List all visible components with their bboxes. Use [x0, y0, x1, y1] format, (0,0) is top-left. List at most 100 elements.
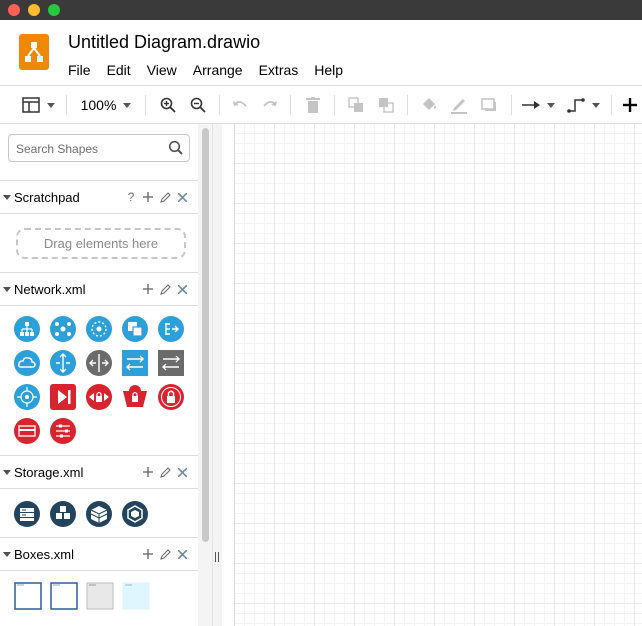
minimize-window-button[interactable]: [28, 4, 40, 16]
scratchpad-header[interactable]: Scratchpad ?: [0, 180, 198, 214]
zoom-out-button[interactable]: [187, 93, 209, 117]
zoom-level: 100%: [80, 97, 117, 113]
add-icon[interactable]: [142, 464, 154, 480]
menu-arrange[interactable]: Arrange: [185, 60, 251, 80]
boxes-section-title: Boxes.xml: [14, 547, 74, 562]
maximize-window-button[interactable]: [48, 4, 60, 16]
network-target-shape[interactable]: [13, 383, 41, 411]
network-exchange-gray-shape[interactable]: [157, 349, 185, 377]
network-section-tools: [142, 281, 188, 297]
network-cloud-shape[interactable]: [13, 349, 41, 377]
chevron-down-icon: [123, 102, 132, 108]
undo-icon: [233, 101, 247, 107]
network-hub-shape[interactable]: [85, 315, 113, 343]
sidebar-splitter[interactable]: [212, 124, 222, 626]
to-front-button[interactable]: [345, 93, 367, 117]
to-front-icon: [348, 97, 363, 112]
splitter-grip-icon[interactable]: [215, 552, 219, 562]
menu-edit[interactable]: Edit: [99, 60, 139, 80]
diagram-canvas[interactable]: [222, 124, 642, 626]
edit-icon[interactable]: [159, 464, 171, 480]
close-icon[interactable]: [176, 464, 188, 480]
toolbar-divider: [611, 95, 612, 115]
search-icon[interactable]: [168, 140, 184, 161]
delete-button[interactable]: [302, 93, 324, 117]
to-back-button[interactable]: [375, 93, 397, 117]
insert-button[interactable]: [620, 93, 640, 117]
network-padlock-shape[interactable]: [157, 383, 185, 411]
plus-icon: [623, 98, 637, 112]
box-light-blue-shape[interactable]: [122, 582, 150, 610]
network-card-shape[interactable]: [13, 417, 41, 445]
network-arrows-vertical-shape[interactable]: [49, 349, 77, 377]
connection-style-button[interactable]: [520, 93, 556, 117]
box-outline-shape[interactable]: [14, 582, 42, 610]
network-list-arrow-shape[interactable]: [157, 315, 185, 343]
edit-icon[interactable]: [159, 189, 171, 205]
scratchpad-dropzone[interactable]: Drag elements here: [16, 228, 186, 259]
chevron-down-icon: [546, 102, 555, 108]
network-camera-lock-shape[interactable]: [121, 383, 149, 411]
storage-section-title: Storage.xml: [14, 465, 84, 480]
storage-server-rack-shape[interactable]: [13, 500, 41, 528]
network-lock-shield-shape[interactable]: [85, 383, 113, 411]
zoom-select[interactable]: 100%: [78, 93, 134, 117]
network-sliders-shape[interactable]: [49, 417, 77, 445]
toolbar-divider: [290, 95, 291, 115]
shadow-button[interactable]: [478, 93, 500, 117]
drawio-logo-icon: [19, 34, 49, 70]
menu-view[interactable]: View: [139, 60, 185, 80]
chevron-down-icon: [3, 195, 11, 200]
network-exchange-shape[interactable]: [121, 349, 149, 377]
network-nodes-shape[interactable]: [49, 315, 77, 343]
scratchpad-tools: ?: [125, 189, 188, 205]
edit-icon[interactable]: [159, 281, 171, 297]
scratchpad-title: Scratchpad: [14, 190, 80, 205]
add-icon[interactable]: [142, 281, 154, 297]
view-panels-button[interactable]: [20, 93, 56, 117]
network-arrows-horizontal-shape[interactable]: [85, 349, 113, 377]
redo-button[interactable]: [259, 93, 281, 117]
zoom-in-button[interactable]: [157, 93, 179, 117]
storage-cube-outline-shape[interactable]: [121, 500, 149, 528]
network-section-title: Network.xml: [14, 282, 86, 297]
close-icon[interactable]: [176, 281, 188, 297]
close-window-button[interactable]: [8, 4, 20, 16]
boxes-section-header[interactable]: Boxes.xml: [0, 537, 198, 571]
close-icon[interactable]: [176, 189, 188, 205]
storage-cubes-shape[interactable]: [49, 500, 77, 528]
shadow-icon: [481, 98, 496, 111]
menu-file[interactable]: File: [60, 60, 99, 80]
canvas-grid[interactable]: [234, 124, 642, 626]
network-section-header[interactable]: Network.xml: [0, 272, 198, 306]
line-color-button[interactable]: [448, 93, 470, 117]
storage-box-shape[interactable]: [85, 500, 113, 528]
toolbar-divider: [145, 95, 146, 115]
close-icon[interactable]: [176, 546, 188, 562]
network-play-shape[interactable]: [49, 383, 77, 411]
waypoint-connector-icon: [566, 98, 585, 113]
add-icon[interactable]: [142, 189, 154, 205]
help-icon[interactable]: ?: [125, 189, 137, 205]
waypoints-button[interactable]: [565, 93, 601, 117]
to-back-icon: [379, 98, 394, 113]
menu-bar: File Edit View Arrange Extras Help: [60, 60, 351, 80]
network-copy-shape[interactable]: [121, 315, 149, 343]
search-shapes-input[interactable]: Search Shapes: [8, 134, 190, 162]
fill-color-button[interactable]: [418, 93, 440, 117]
box-outline-shape-2[interactable]: [50, 582, 78, 610]
undo-button[interactable]: [229, 93, 251, 117]
storage-section-header[interactable]: Storage.xml: [0, 455, 198, 489]
add-icon[interactable]: [142, 546, 154, 562]
network-hierarchy-shape[interactable]: [13, 315, 41, 343]
shapes-sidebar: Search Shapes Scratchpad ? Drag elements…: [0, 124, 198, 626]
menu-help[interactable]: Help: [306, 60, 351, 80]
box-gray-shape[interactable]: [86, 582, 114, 610]
document-title[interactable]: Untitled Diagram.drawio: [68, 32, 260, 53]
boxes-section-tools: [142, 546, 188, 562]
sidebar-scrollbar-thumb[interactable]: [202, 128, 209, 542]
arrow-right-icon: [521, 101, 540, 109]
edit-icon[interactable]: [159, 546, 171, 562]
menu-extras[interactable]: Extras: [251, 60, 307, 80]
storage-section-tools: [142, 464, 188, 480]
